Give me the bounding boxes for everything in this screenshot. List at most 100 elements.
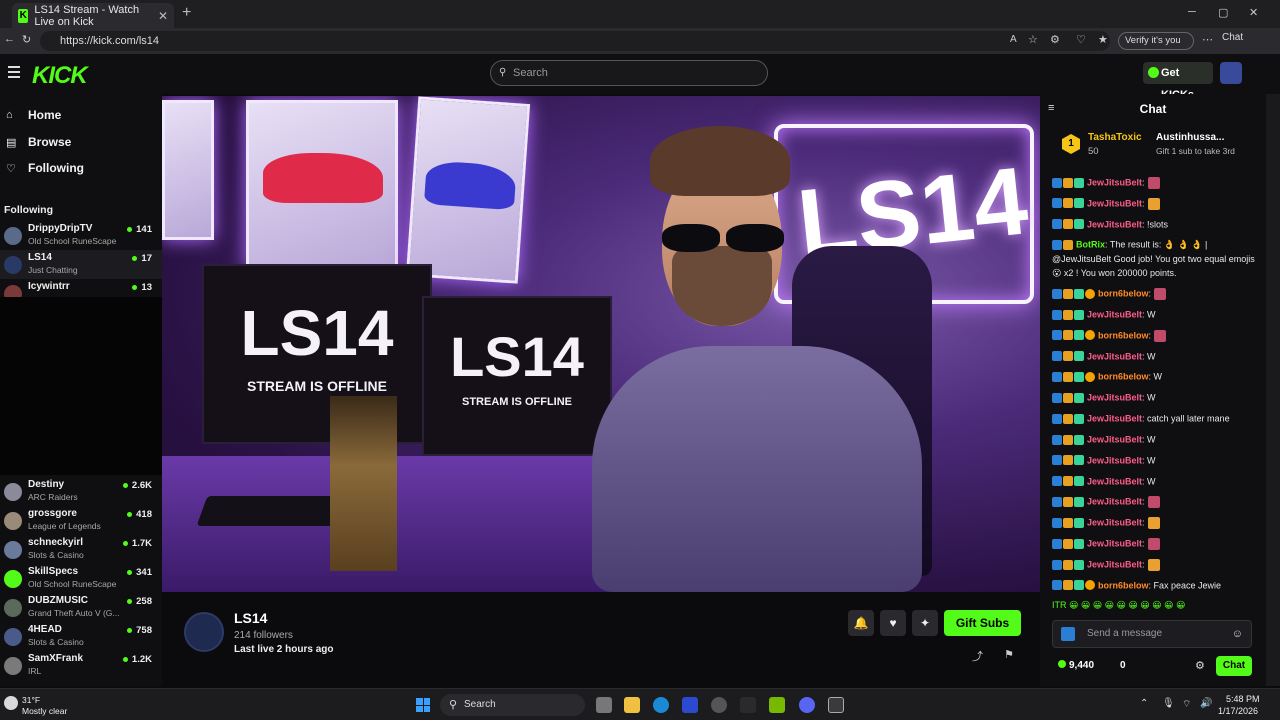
message-input[interactable]: Send a message ☺ <box>1052 620 1252 648</box>
browser-essentials-icon[interactable]: ♡ <box>1076 33 1086 46</box>
recommended-channel[interactable]: schneckyirl Slots & Casino 1.7K <box>0 535 162 564</box>
box-count[interactable]: 0 <box>1120 660 1126 671</box>
windows-start-icon[interactable] <box>416 698 430 712</box>
badge-icon <box>1052 351 1062 362</box>
taskbar-search[interactable]: Search <box>440 694 585 716</box>
clock-time[interactable]: 5:48 PM <box>1226 694 1260 704</box>
weather-temp[interactable]: 31°F <box>22 695 40 705</box>
maximize-icon[interactable]: ▢ <box>1218 6 1228 19</box>
chat-username[interactable]: JewJitsuBelt <box>1087 434 1142 444</box>
nvidia-icon[interactable] <box>769 697 785 713</box>
read-aloud-icon[interactable]: A <box>1010 34 1017 45</box>
chat-settings-gear-icon[interactable]: ⚙ <box>1195 659 1205 672</box>
menu-icon[interactable] <box>8 66 20 78</box>
top-gifter-name[interactable]: TashaToxic <box>1088 132 1142 143</box>
chat-username[interactable]: JewJitsuBelt <box>1087 497 1142 507</box>
tray-chevron-icon[interactable]: ⌃ <box>1140 698 1148 709</box>
emoji-icon[interactable]: ☺ <box>1232 621 1243 647</box>
followed-channel[interactable]: Icywintrr 13 <box>0 279 162 297</box>
mini-player-thumbnail[interactable] <box>330 396 397 571</box>
more-menu-icon[interactable]: ⋯ <box>1202 33 1213 46</box>
sidebar-item-browse[interactable]: ▤ Browse <box>6 135 71 149</box>
report-icon[interactable]: ⚑ <box>1004 648 1014 661</box>
chat-username[interactable]: born6below <box>1098 330 1149 340</box>
task-view-icon[interactable] <box>596 697 612 713</box>
chat-username[interactable]: born6below <box>1098 372 1149 382</box>
edge-icon[interactable] <box>653 697 669 713</box>
chat-username[interactable]: JewJitsuBelt <box>1087 413 1142 423</box>
chat-username[interactable]: JewJitsuBelt <box>1087 538 1142 548</box>
chat-username[interactable]: JewJitsuBelt <box>1087 351 1142 361</box>
recommended-channel[interactable]: Destiny ARC Raiders 2.6K <box>0 477 162 506</box>
share-icon[interactable]: ⤴ <box>972 648 983 664</box>
steam-icon[interactable] <box>711 697 727 713</box>
volume-icon[interactable]: 🔊 <box>1200 698 1212 709</box>
chat-username[interactable]: born6below <box>1098 580 1149 590</box>
channel-name[interactable]: LS14 <box>234 610 267 626</box>
get-kicks-button[interactable]: Get KICKs <box>1143 62 1213 101</box>
close-window-icon[interactable]: ✕ <box>1249 6 1258 19</box>
l-app-icon[interactable] <box>682 697 698 713</box>
chat-username[interactable]: JewJitsuBelt <box>1087 393 1142 403</box>
url-field[interactable]: https://kick.com/ls14 <box>40 31 1110 51</box>
chat-username[interactable]: JewJitsuBelt <box>1087 559 1142 569</box>
gift-subs-button[interactable]: Gift Subs <box>944 610 1021 636</box>
send-chat-button[interactable]: Chat <box>1216 656 1252 676</box>
kicks-balance[interactable]: 9,440 <box>1058 660 1094 671</box>
tab-close-icon[interactable]: ✕ <box>158 9 168 23</box>
chat-username[interactable]: JewJitsuBelt <box>1087 518 1142 528</box>
gifter-name[interactable]: Austinhussa... <box>1156 132 1224 143</box>
chat-username[interactable]: JewJitsuBelt <box>1087 219 1142 229</box>
chat-username[interactable]: JewJitsuBelt <box>1087 476 1142 486</box>
verify-profile-button[interactable]: Verify it's you <box>1118 32 1194 50</box>
copilot-chat-button[interactable]: Chat <box>1222 32 1243 43</box>
extensions-icon[interactable]: ⚙ <box>1050 33 1060 46</box>
file-explorer-icon[interactable] <box>624 697 640 713</box>
collections-icon[interactable]: ★ <box>1098 33 1108 46</box>
wifi-icon[interactable]: ⌔ <box>1182 698 1191 711</box>
chat-username[interactable]: BotRix <box>1076 240 1105 250</box>
follow-heart-icon[interactable]: ♥ <box>880 610 906 636</box>
sidebar-item-home[interactable]: ⌂ Home <box>6 108 61 122</box>
clock-date[interactable]: 1/17/2026 <box>1218 706 1258 716</box>
notification-bell-icon[interactable]: 🔔 <box>848 610 874 636</box>
refresh-icon[interactable]: ↻ <box>22 33 31 46</box>
badge-icon <box>1063 219 1073 230</box>
recommended-channel[interactable]: SamXFrank IRL 1.2K <box>0 651 162 680</box>
chat-message: JewJitsuBelt: W <box>1052 391 1262 405</box>
sidebar-item-following[interactable]: ♡ Following <box>6 161 84 175</box>
recommended-channel[interactable]: SkillSpecs Old School RuneScape 341 <box>0 564 162 593</box>
chat-username[interactable]: JewJitsuBelt <box>1087 198 1142 208</box>
followed-channel[interactable]: DrippyDripTV Old School RuneScape 141 <box>0 221 162 250</box>
recommended-channel[interactable]: 4HEAD Slots & Casino 758 <box>0 622 162 651</box>
chat-username[interactable]: JewJitsuBelt <box>1087 177 1142 187</box>
chat-username[interactable]: JewJitsuBelt <box>1087 309 1142 319</box>
kick-logo[interactable]: KICK <box>32 62 88 90</box>
terminal-icon[interactable] <box>740 697 756 713</box>
microphone-icon[interactable]: 🎙 <box>1162 698 1175 709</box>
badge-icon <box>1052 288 1062 299</box>
browser-tab[interactable]: K LS14 Stream - Watch Live on Kick ✕ <box>12 3 174 28</box>
video-player[interactable]: LS14 STREAM IS OFFLINE LS14 STREAM IS OF… <box>162 96 1040 592</box>
chat-text: : W <box>1142 350 1156 361</box>
back-icon[interactable]: ← <box>4 33 15 45</box>
new-tab-button[interactable]: + <box>182 4 191 22</box>
badge-icon <box>1063 538 1073 549</box>
recommended-channel[interactable]: grossgore League of Legends 418 <box>0 506 162 535</box>
page-scrollbar[interactable] <box>1266 94 1280 686</box>
followed-channel[interactable]: LS14 Just Chatting 17 <box>0 250 162 279</box>
sparkle-icon[interactable]: ✦ <box>912 610 938 636</box>
weather-desc[interactable]: Mostly clear <box>22 706 67 716</box>
discord-icon[interactable] <box>799 697 815 713</box>
chat-username[interactable]: JewJitsuBelt <box>1087 455 1142 465</box>
user-avatar[interactable] <box>1220 62 1242 84</box>
recommended-channel[interactable]: DUBZMUSIC Grand Theft Auto V (G... 258 <box>0 593 162 622</box>
obs-icon[interactable] <box>828 697 844 713</box>
chat-username[interactable]: born6below <box>1098 288 1149 298</box>
channel-avatar[interactable] <box>184 612 224 652</box>
favorite-star-icon[interactable]: ☆ <box>1028 33 1038 46</box>
weather-icon[interactable] <box>4 696 18 710</box>
minimize-icon[interactable]: ─ <box>1188 6 1196 18</box>
search-input[interactable]: ⚲ Search <box>490 60 768 86</box>
emote-bar[interactable]: ITR 😀 😀 😀 😀 😀 😀 😀 😀 😀 😀 <box>1052 600 1262 614</box>
